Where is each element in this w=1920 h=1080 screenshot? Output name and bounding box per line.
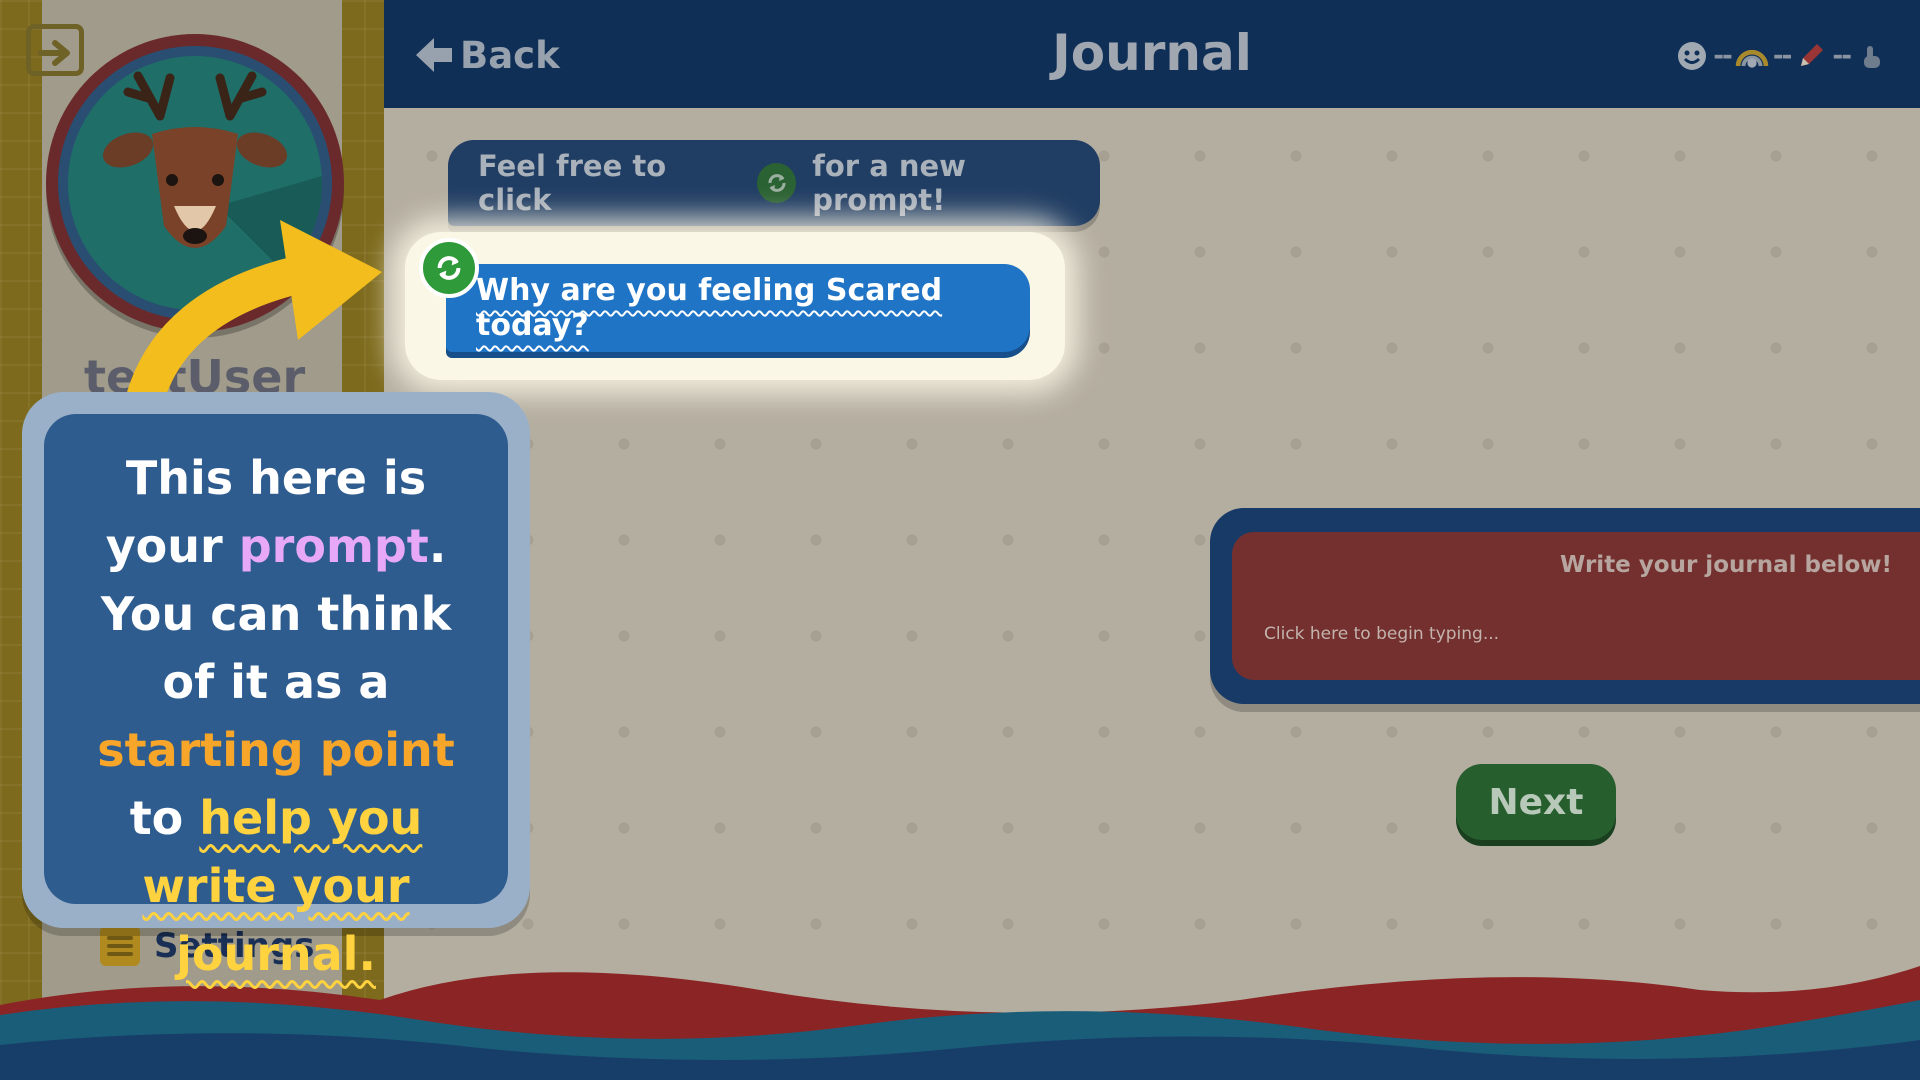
progress-steps: -- -- --: [1675, 36, 1888, 76]
rainbow-icon: [1735, 39, 1769, 73]
finger-tap-icon: [1854, 39, 1888, 73]
prompt-text: Why are you feeling Scared today?: [476, 273, 943, 343]
emotion-face-icon: [1675, 39, 1709, 73]
journal-card: Write your journal below! Click here to …: [1210, 508, 1920, 704]
tutorial-tooltip: This here is your prompt. You can think …: [22, 392, 530, 981]
prompt-bubble: Why are you feeling Scared today?: [446, 264, 1030, 352]
exit-icon: [38, 40, 70, 66]
tutorial-text-c: to: [129, 791, 184, 845]
exit-button[interactable]: [26, 24, 84, 76]
tutorial-tooltip-body: This here is your prompt. You can think …: [44, 414, 508, 981]
hint-bubble: Feel free to click for a new prompt!: [448, 140, 1100, 226]
refresh-icon: [757, 163, 797, 203]
journal-placeholder: Click here to begin typing...: [1264, 624, 1500, 644]
journal-heading: Write your journal below!: [1560, 552, 1892, 578]
refresh-icon: [437, 256, 461, 280]
tutorial-word-starting-point: starting point: [97, 723, 455, 777]
tutorial-word-prompt: prompt: [238, 519, 429, 573]
next-button[interactable]: Next: [1456, 764, 1616, 840]
header-bar: Back Journal -- -- --: [384, 0, 1920, 108]
pencil-icon: [1794, 39, 1828, 73]
journal-textarea[interactable]: Write your journal below! Click here to …: [1232, 532, 1920, 680]
hint-text-before: Feel free to click: [478, 149, 667, 217]
hint-text-after: for a new prompt!: [812, 149, 966, 217]
refresh-prompt-button[interactable]: [419, 238, 479, 298]
